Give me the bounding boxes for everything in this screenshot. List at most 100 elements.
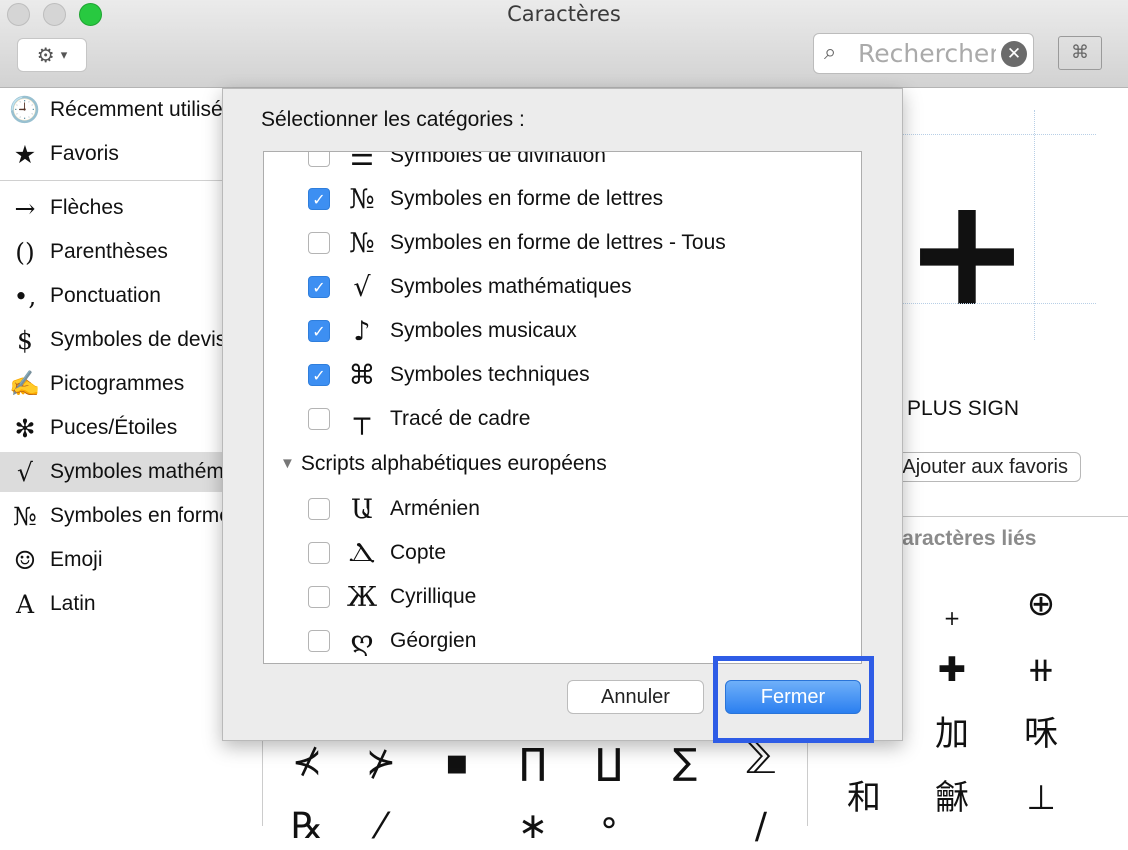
- sidebar-item-bullets[interactable]: ✻ Puces/Étoiles: [0, 408, 222, 448]
- category-row[interactable]: Ա Arménien: [264, 487, 861, 531]
- numero-icon: №: [349, 227, 375, 259]
- related-char[interactable]: 加: [922, 714, 982, 754]
- clear-search-icon[interactable]: ✕: [1001, 41, 1027, 67]
- numero-icon: №: [349, 183, 375, 215]
- sidebar-item-math[interactable]: √ Symboles mathématiques: [0, 452, 222, 492]
- category-label: Symboles de divination: [390, 151, 606, 167]
- sidebar-item-favorites[interactable]: ★ Favoris: [0, 134, 222, 174]
- sidebar-item-label: Latin: [50, 592, 96, 615]
- category-label: Symboles en forme de lettres - Tous: [390, 231, 726, 254]
- category-row[interactable]: ✓ № Symboles en forme de lettres: [264, 177, 861, 221]
- grid-char[interactable]: ℞: [277, 804, 337, 850]
- category-checkbox[interactable]: ✓: [308, 276, 330, 298]
- sidebar-item-emoji[interactable]: ☺ Emoji: [0, 540, 222, 580]
- writing-hand-icon: ✍: [9, 369, 41, 398]
- category-checkbox[interactable]: [308, 630, 330, 652]
- category-label: Symboles techniques: [390, 363, 590, 386]
- category-list[interactable]: ☰ Symboles de divination ✓ № Symboles en…: [263, 151, 862, 664]
- category-checkbox[interactable]: [308, 498, 330, 520]
- numero-icon: №: [13, 501, 37, 531]
- category-checkbox[interactable]: ✓: [308, 364, 330, 386]
- sidebar-item-currency[interactable]: $ Symboles de devise: [0, 320, 222, 360]
- sidebar-item-label: Flèches: [50, 196, 124, 219]
- sidebar-item-label: Ponctuation: [50, 284, 161, 307]
- keyboard-viewer-icon[interactable]: ⌘: [1058, 36, 1102, 70]
- category-checkbox[interactable]: [308, 152, 330, 167]
- related-char[interactable]: ⧺: [1011, 650, 1071, 690]
- sidebar-divider: [0, 180, 222, 181]
- related-char[interactable]: ⊕: [1011, 584, 1071, 624]
- related-char[interactable]: ✚: [922, 650, 982, 690]
- sidebar-item-label: Récemment utilisés: [50, 98, 222, 121]
- sidebar-item-punctuation[interactable]: •, Ponctuation: [0, 276, 222, 316]
- disclosure-triangle-icon[interactable]: ▼: [280, 455, 295, 472]
- sidebar-item-label: Symboles mathématiques: [50, 460, 222, 483]
- sidebar-item-pictographs[interactable]: ✍ Pictogrammes: [0, 364, 222, 404]
- category-checkbox[interactable]: ✓: [308, 320, 330, 342]
- parentheses-icon: (): [15, 237, 35, 267]
- sidebar-item-label: Pictogrammes: [50, 372, 185, 395]
- search-field[interactable]: ⌕ ✕: [813, 33, 1034, 74]
- category-label: Copte: [390, 541, 447, 564]
- category-checkbox[interactable]: [308, 232, 330, 254]
- category-label: Géorgien: [390, 629, 477, 652]
- sidebar-item-label: Puces/Étoiles: [50, 416, 178, 439]
- preview-guide-line: [1034, 110, 1036, 340]
- grid-char[interactable]: ⊁: [351, 740, 411, 786]
- sidebar-item-latin[interactable]: A Latin: [0, 584, 222, 624]
- related-char[interactable]: ⊥: [1011, 778, 1071, 818]
- georgian-letter-icon: ღ: [350, 625, 374, 657]
- sidebar-item-label: Parenthèses: [50, 240, 168, 263]
- sidebar-item-recent[interactable]: 🕘 Récemment utilisés: [0, 90, 222, 130]
- category-label: Arménien: [390, 497, 480, 520]
- title-bar: Caractères ⚙ ▾ ⌕ ✕ ⌘: [0, 0, 1128, 88]
- category-row[interactable]: ✓ ⌘ Symboles techniques: [264, 353, 861, 397]
- dollar-icon: $: [17, 325, 33, 355]
- action-menu-button[interactable]: ⚙ ▾: [17, 38, 87, 72]
- grid-char[interactable]: ∕: [731, 804, 791, 850]
- asterisk-icon: ✻: [14, 413, 36, 443]
- category-row[interactable]: Ⲇ Copte: [264, 531, 861, 575]
- sidebar-item-label: Emoji: [50, 548, 103, 571]
- category-row[interactable]: ┬ Tracé de cadre: [264, 397, 861, 441]
- coptic-letter-icon: Ⲇ: [348, 537, 376, 568]
- grid-char[interactable]: ∏: [503, 740, 563, 786]
- category-row[interactable]: № Symboles en forme de lettres - Tous: [264, 221, 861, 265]
- gear-icon: ⚙: [36, 43, 55, 67]
- cancel-button[interactable]: Annuler: [567, 680, 704, 714]
- sidebar-item-parentheses[interactable]: () Parenthèses: [0, 232, 222, 272]
- search-input[interactable]: [858, 39, 996, 67]
- category-row[interactable]: ☰ Symboles de divination: [264, 151, 861, 178]
- category-checkbox[interactable]: [308, 542, 330, 564]
- grid-char[interactable]: ⊀: [277, 740, 337, 786]
- related-char[interactable]: 咊: [1011, 714, 1071, 754]
- grid-char[interactable]: ▪: [427, 740, 487, 786]
- clock-icon: 🕘: [9, 95, 41, 124]
- command-icon: ⌘: [348, 359, 376, 391]
- grid-char[interactable]: ∘: [579, 800, 639, 846]
- category-row[interactable]: ✓ √ Symboles mathématiques: [264, 265, 861, 309]
- smiley-icon: ☺: [13, 545, 37, 575]
- category-label: Symboles mathématiques: [390, 275, 632, 298]
- sidebar-item-letterlike[interactable]: № Symboles en forme de lettres: [0, 496, 222, 536]
- related-char[interactable]: 龢: [922, 778, 982, 818]
- category-row[interactable]: ✓ ♪ Symboles musicaux: [264, 309, 861, 353]
- category-checkbox[interactable]: ✓: [308, 188, 330, 210]
- grid-char[interactable]: ∗: [503, 804, 563, 850]
- category-row[interactable]: Ж Cyrillique: [264, 575, 861, 619]
- sidebar-item-label: Symboles en forme de lettres: [50, 504, 222, 527]
- related-divider: [902, 516, 1128, 517]
- category-checkbox[interactable]: [308, 408, 330, 430]
- category-group-header[interactable]: ▼ Scripts alphabétiques européens: [264, 442, 861, 486]
- grid-char[interactable]: ∐: [579, 740, 639, 786]
- related-char[interactable]: +: [922, 598, 982, 638]
- category-label: Cyrillique: [390, 585, 477, 608]
- category-label: Symboles en forme de lettres: [390, 187, 664, 210]
- preview-guide-line: [902, 134, 1096, 136]
- cyrillic-letter-icon: Ж: [346, 581, 378, 613]
- grid-char[interactable]: ∑: [655, 740, 715, 786]
- grid-char[interactable]: ⁄: [351, 804, 411, 850]
- sidebar-item-arrows[interactable]: → Flèches: [0, 188, 222, 228]
- related-char[interactable]: 和: [834, 778, 894, 818]
- category-checkbox[interactable]: [308, 586, 330, 608]
